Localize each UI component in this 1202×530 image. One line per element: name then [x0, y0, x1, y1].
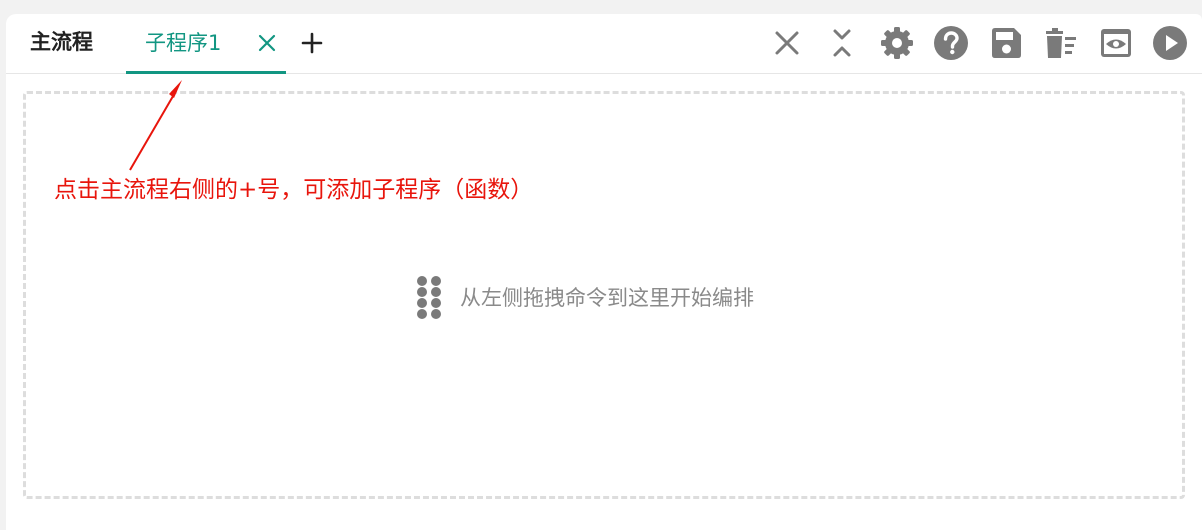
preview-icon[interactable] — [1098, 25, 1134, 61]
tab-main-flow[interactable]: 主流程 — [30, 27, 93, 57]
tab-subroutine-label[interactable]: 子程序1 — [145, 28, 221, 58]
save-icon[interactable] — [988, 25, 1024, 61]
empty-canvas-text: 从左侧拖拽命令到这里开始编排 — [460, 286, 754, 310]
close-icon[interactable] — [769, 25, 805, 61]
run-icon[interactable] — [1152, 25, 1188, 61]
empty-canvas-hint: 从左侧拖拽命令到这里开始编排 — [414, 275, 754, 319]
settings-icon[interactable] — [879, 25, 915, 61]
clear-icon[interactable] — [1043, 25, 1079, 61]
add-tab-icon[interactable] — [301, 32, 323, 54]
drag-handle-icon — [417, 276, 441, 319]
active-tab-indicator — [126, 71, 286, 74]
close-tab-icon[interactable] — [256, 32, 278, 54]
annotation-callout: 点击主流程右侧的+号，可添加子程序（函数） — [54, 177, 534, 203]
tab-subroutine-1[interactable]: 子程序1 — [126, 14, 286, 74]
flow-editor-panel: 主流程 子程序1 从左侧拖拽命令到这里开始编排 点击主流程右侧的+号，可添加子程… — [6, 14, 1202, 530]
flow-canvas-dropzone[interactable]: 从左侧拖拽命令到这里开始编排 — [23, 91, 1185, 499]
collapse-icon[interactable] — [824, 25, 860, 61]
tab-bar: 主流程 子程序1 — [6, 14, 1202, 74]
help-icon[interactable] — [933, 25, 969, 61]
